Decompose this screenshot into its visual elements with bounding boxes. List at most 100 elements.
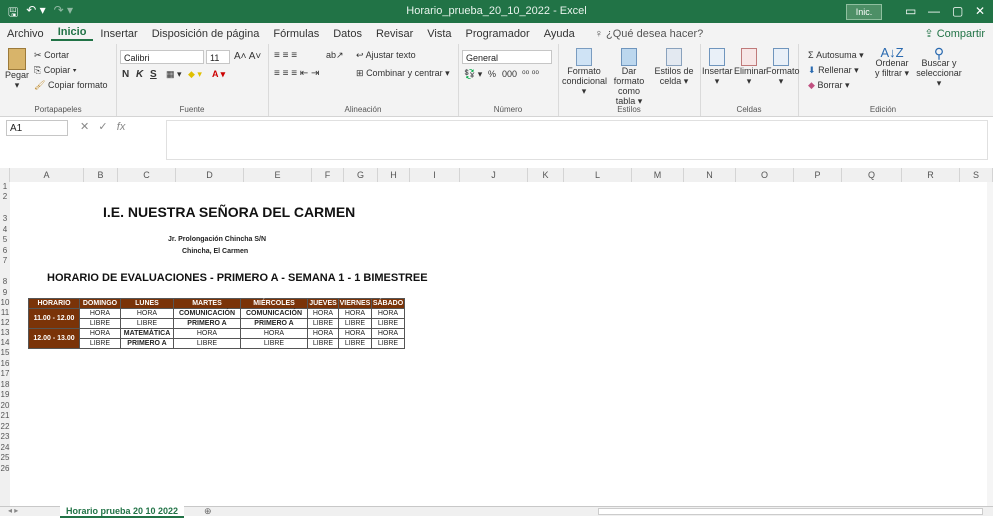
table-cell[interactable]: HORA — [173, 328, 241, 339]
number-format-select[interactable]: General — [462, 50, 552, 64]
format-painter-button[interactable]: 🖌 Copiar formato — [34, 80, 107, 91]
insert-cells-button[interactable]: Insertar ▾ — [702, 48, 733, 86]
row-header[interactable]: 19 — [0, 390, 10, 400]
select-all-corner[interactable] — [0, 168, 10, 182]
header-miercoles[interactable]: MIÉRCOLES — [240, 298, 308, 309]
row-header[interactable]: 16 — [0, 359, 10, 369]
copy-button[interactable]: ⎘ Copiar ▾ — [34, 65, 77, 76]
maximize-icon[interactable]: ▢ — [952, 4, 963, 18]
fx-icon[interactable]: fx — [117, 121, 126, 133]
col-header-n[interactable]: N — [684, 168, 736, 182]
conditional-format-button[interactable]: Formato condicional ▾ — [562, 48, 607, 96]
tab-archivo[interactable]: Archivo — [0, 28, 51, 40]
tab-inicio[interactable]: Inicio — [50, 26, 94, 41]
ribbon-display-icon[interactable]: ▭ — [905, 4, 916, 18]
table-cell[interactable]: LIBRE — [240, 338, 308, 349]
header-jueves[interactable]: JUEVES — [307, 298, 339, 309]
merge-center-button[interactable]: ⊞ Combinar y centrar ▾ — [356, 68, 450, 79]
header-viernes[interactable]: VIERNES — [338, 298, 372, 309]
header-sabado[interactable]: SÁBADO — [371, 298, 405, 309]
tab-revisar[interactable]: Revisar — [369, 28, 420, 40]
decimal-icon[interactable]: ⁰⁰ ⁰⁰ — [522, 69, 539, 80]
table-cell[interactable]: HORA — [307, 308, 339, 319]
format-as-table-button[interactable]: Dar formato como tabla ▾ — [608, 48, 650, 106]
minimize-icon[interactable]: — — [928, 4, 940, 18]
name-box[interactable]: A1 — [6, 120, 68, 136]
table-cell[interactable]: HORA — [120, 308, 174, 319]
row-header[interactable]: 1 — [0, 182, 10, 192]
col-header-j[interactable]: J — [460, 168, 528, 182]
row-header[interactable]: 25 — [0, 453, 10, 463]
tab-scroll-icons[interactable]: ◂ ▸ — [8, 506, 18, 515]
font-color-icon[interactable]: A ▾ — [212, 69, 225, 80]
align-top-icon[interactable]: ≡ ≡ ≡ — [274, 50, 297, 61]
row-header[interactable]: 4 — [0, 225, 10, 235]
table-cell[interactable]: PRIMERO A — [173, 318, 241, 329]
italic-button[interactable]: K — [136, 69, 143, 80]
row-header[interactable]: 21 — [0, 411, 10, 421]
row-header[interactable]: 17 — [0, 369, 10, 379]
wrap-text-button[interactable]: ↩ Ajustar texto — [356, 50, 416, 61]
cut-button[interactable]: ✂ Cortar — [34, 50, 69, 61]
font-size-select[interactable]: 11 — [206, 50, 230, 64]
row-header[interactable]: 11 — [0, 308, 10, 318]
col-header-r[interactable]: R — [902, 168, 960, 182]
table-cell[interactable]: HORA — [307, 328, 339, 339]
formula-input[interactable] — [166, 120, 988, 160]
row-header[interactable]: 8 — [0, 277, 10, 287]
sort-filter-button[interactable]: A↓Z Ordenar y filtrar ▾ — [872, 46, 912, 78]
table-cell[interactable]: COMUNICACIÓN — [173, 308, 241, 319]
font-name-select[interactable]: Calibri — [120, 50, 204, 64]
vertical-scrollbar[interactable] — [987, 182, 993, 506]
header-martes[interactable]: MARTES — [173, 298, 241, 309]
row-header[interactable]: 3 — [0, 214, 10, 224]
tab-insertar[interactable]: Insertar — [93, 28, 144, 40]
hour-cell[interactable]: 11.00 - 12.00 — [28, 308, 80, 329]
row-header[interactable]: 5 — [0, 235, 10, 245]
table-cell[interactable]: LIBRE — [79, 318, 121, 329]
col-header-c[interactable]: C — [118, 168, 176, 182]
table-cell[interactable]: LIBRE — [338, 318, 372, 329]
col-header-k[interactable]: K — [528, 168, 564, 182]
table-cell[interactable]: HORA — [371, 328, 405, 339]
find-select-button[interactable]: ⚲ Buscar y seleccionar ▾ — [914, 46, 964, 88]
col-header-h[interactable]: H — [378, 168, 410, 182]
row-header[interactable]: 9 — [0, 288, 10, 298]
col-header-o[interactable]: O — [736, 168, 794, 182]
share-button[interactable]: ⇪ Compartir — [924, 27, 985, 40]
row-header[interactable]: 7 — [0, 256, 10, 266]
row-header[interactable]: 2 — [0, 192, 10, 202]
col-header-p[interactable]: P — [794, 168, 842, 182]
row-header[interactable]: 13 — [0, 328, 10, 338]
row-header[interactable]: 26 — [0, 464, 10, 474]
table-cell[interactable]: PRIMERO A — [240, 318, 308, 329]
font-grow-icon[interactable]: A˄ A˅ — [234, 51, 261, 62]
row-header[interactable]: 20 — [0, 401, 10, 411]
table-cell[interactable]: LIBRE — [307, 338, 339, 349]
signin-button[interactable]: Inic. ses. — [846, 4, 882, 31]
table-cell[interactable]: HORA — [338, 328, 372, 339]
table-cell[interactable]: LIBRE — [338, 338, 372, 349]
col-header-l[interactable]: L — [564, 168, 632, 182]
tab-disposicion[interactable]: Disposición de página — [145, 28, 267, 40]
table-cell[interactable]: PRIMERO A — [120, 338, 174, 349]
close-icon[interactable]: ✕ — [975, 4, 985, 18]
col-header-i[interactable]: I — [410, 168, 460, 182]
paste-button[interactable]: Pegar ▾ — [4, 48, 30, 90]
align-left-icon[interactable]: ≡ ≡ ≡ ⇤ ⇥ — [274, 68, 319, 79]
tab-formulas[interactable]: Fórmulas — [266, 28, 326, 40]
table-cell[interactable]: LIBRE — [371, 338, 405, 349]
tab-vista[interactable]: Vista — [420, 28, 458, 40]
fill-button[interactable]: ⬇ Rellenar ▾ — [808, 65, 859, 76]
tab-datos[interactable]: Datos — [326, 28, 369, 40]
accounting-icon[interactable]: 💱 ▾ — [464, 69, 482, 80]
col-header-s[interactable]: S — [960, 168, 993, 182]
row-header[interactable]: 12 — [0, 318, 10, 328]
table-cell[interactable]: COMUNICACIÓN — [240, 308, 308, 319]
row-header[interactable]: 24 — [0, 443, 10, 453]
row-header[interactable]: 15 — [0, 348, 10, 358]
table-cell[interactable]: HORA — [371, 308, 405, 319]
table-cell[interactable]: HORA — [79, 328, 121, 339]
header-domingo[interactable]: DOMINGO — [79, 298, 121, 309]
col-header-f[interactable]: F — [312, 168, 344, 182]
